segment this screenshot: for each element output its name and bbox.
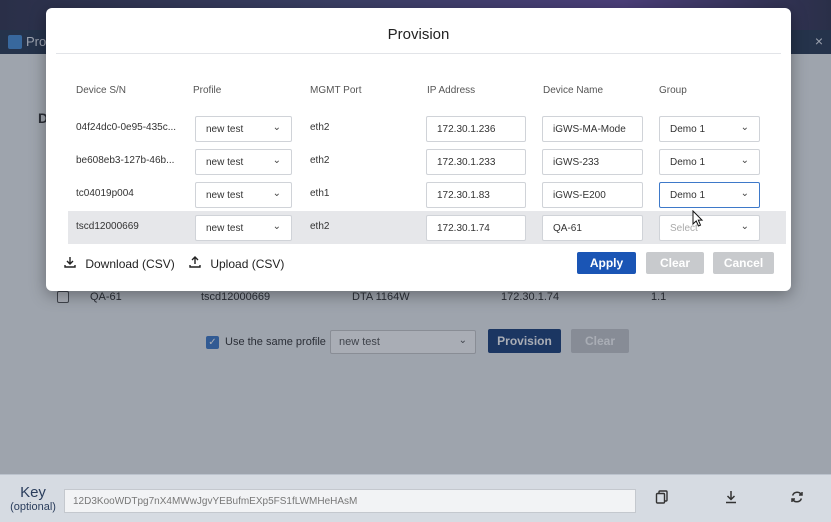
refresh-icon[interactable] xyxy=(790,490,804,507)
column-header: MGMT Port xyxy=(310,85,362,96)
chevron-down-icon: ⌄ xyxy=(272,221,281,232)
profile-select[interactable]: new test ⌄ xyxy=(195,149,292,175)
device-serial: be608eb3-127b-46b... xyxy=(76,155,175,166)
ip-address-input[interactable]: 172.30.1.74 xyxy=(426,215,526,241)
dialog-title: Provision xyxy=(387,26,450,43)
mgmt-port: eth1 xyxy=(310,188,330,199)
apply-button[interactable]: Apply xyxy=(577,252,636,274)
key-input[interactable] xyxy=(64,489,636,513)
key-label: Key (optional) xyxy=(10,484,56,514)
upload-csv-label: Upload (CSV) xyxy=(210,257,285,271)
group-select[interactable]: Demo 1 ⌄ xyxy=(659,116,760,142)
ip-address-input[interactable]: 172.30.1.236 xyxy=(426,116,526,142)
profile-select[interactable]: new test ⌄ xyxy=(195,116,292,142)
key-bar: Key (optional) xyxy=(0,474,831,522)
device-name-input[interactable]: QA-61 xyxy=(542,215,643,241)
device-serial: 04f24dc0-0e95-435c... xyxy=(76,122,177,133)
group-select[interactable]: Select ⌄ xyxy=(659,215,760,241)
chevron-down-icon: ⌄ xyxy=(740,188,749,199)
device-serial: tc04019p004 xyxy=(76,188,134,199)
table-row: be608eb3-127b-46b... new test ⌄ eth2 172.… xyxy=(68,145,786,178)
chevron-down-icon: ⌄ xyxy=(740,122,749,133)
upload-icon xyxy=(189,256,204,271)
device-name-input[interactable]: iGWS-233 xyxy=(542,149,643,175)
column-header: Device S/N xyxy=(76,85,127,96)
column-header: Group xyxy=(659,85,687,96)
table-row: tc04019p004 new test ⌄ eth1 172.30.1.83 i… xyxy=(68,178,786,211)
chevron-down-icon: ⌄ xyxy=(740,221,749,232)
provision-dialog: Provision Device S/N Profile MGMT Port I… xyxy=(46,8,791,291)
group-select[interactable]: Demo 1 ⌄ xyxy=(659,149,760,175)
column-header: Device Name xyxy=(543,85,604,96)
copy-icon[interactable] xyxy=(655,490,669,507)
column-header: Profile xyxy=(193,85,222,96)
clear-button[interactable]: Clear xyxy=(646,252,704,274)
ip-address-input[interactable]: 172.30.1.233 xyxy=(426,149,526,175)
chevron-down-icon: ⌄ xyxy=(272,155,281,166)
mgmt-port: eth2 xyxy=(310,122,330,133)
column-header: IP Address xyxy=(427,85,476,96)
chevron-down-icon: ⌄ xyxy=(740,155,749,166)
download-csv-link[interactable]: Download (CSV) xyxy=(64,256,175,271)
download-icon[interactable] xyxy=(724,490,738,507)
mgmt-port: eth2 xyxy=(310,221,330,232)
device-name-input[interactable]: iGWS-E200 xyxy=(542,182,643,208)
table-row: tscd12000669 new test ⌄ eth2 172.30.1.74 … xyxy=(68,211,786,244)
profile-select[interactable]: new test ⌄ xyxy=(195,182,292,208)
cancel-button[interactable]: Cancel xyxy=(713,252,774,274)
table-row: 04f24dc0-0e95-435c... new test ⌄ eth2 172… xyxy=(68,112,786,145)
device-serial: tscd12000669 xyxy=(76,221,139,232)
download-csv-label: Download (CSV) xyxy=(85,257,175,271)
upload-csv-link[interactable]: Upload (CSV) xyxy=(189,256,284,271)
chevron-down-icon: ⌄ xyxy=(272,122,281,133)
divider xyxy=(56,53,781,54)
ip-address-input[interactable]: 172.30.1.83 xyxy=(426,182,526,208)
group-select[interactable]: Demo 1 ⌄ xyxy=(659,182,760,208)
chevron-down-icon: ⌄ xyxy=(272,188,281,199)
device-name-input[interactable]: iGWS-MA-Mode xyxy=(542,116,643,142)
download-icon xyxy=(64,257,79,271)
profile-select[interactable]: new test ⌄ xyxy=(195,215,292,241)
mgmt-port: eth2 xyxy=(310,155,330,166)
